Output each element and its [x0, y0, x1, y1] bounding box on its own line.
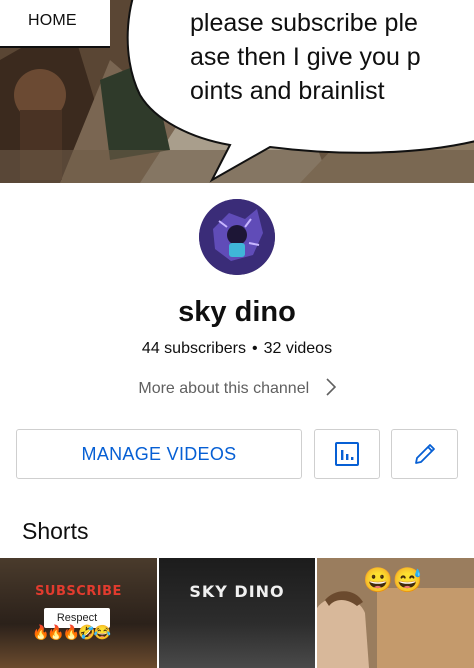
short-thumbnail[interactable]: SUBSCRIBE Respect 🔥🔥🔥🤣😂: [0, 558, 157, 668]
tab-home-label: HOME: [28, 12, 77, 29]
tab-home[interactable]: HOME: [0, 0, 110, 48]
more-about-label: More about this channel: [138, 380, 310, 397]
avatar-image: [199, 199, 275, 275]
short-thumbnail[interactable]: 😀😅: [317, 558, 474, 668]
channel-banner: HOME please subscribe ple ase then I giv…: [0, 0, 474, 183]
analytics-icon: [335, 442, 359, 466]
more-about-link[interactable]: More about this channel: [0, 378, 474, 398]
edit-channel-button[interactable]: [391, 429, 458, 479]
speech-bubble-text: please subscribe ple ase then I give you…: [190, 9, 421, 105]
short-thumbnail[interactable]: SKY DINO: [159, 558, 315, 668]
short-overlay-text: SUBSCRIBE: [35, 584, 122, 599]
chevron-right-icon: [326, 378, 336, 396]
pencil-icon: [414, 444, 435, 464]
short-emojis: 😀😅: [363, 567, 423, 594]
stats-separator: •: [251, 340, 258, 357]
analytics-button[interactable]: [314, 429, 380, 479]
channel-avatar[interactable]: [199, 199, 275, 275]
subscriber-count: 44 subscribers: [141, 340, 246, 357]
manage-videos-label: MANAGE VIDEOS: [81, 444, 237, 464]
shorts-section-title: Shorts: [22, 518, 89, 544]
manage-videos-button[interactable]: MANAGE VIDEOS: [16, 429, 302, 479]
video-count: 32 videos: [263, 340, 333, 357]
channel-stats: 44 subscribers • 32 videos: [0, 340, 474, 358]
channel-name: sky dino: [178, 296, 296, 328]
short-emojis: 🔥🔥🔥🤣😂: [32, 624, 111, 640]
short-overlay-text: SKY DINO: [189, 582, 285, 601]
